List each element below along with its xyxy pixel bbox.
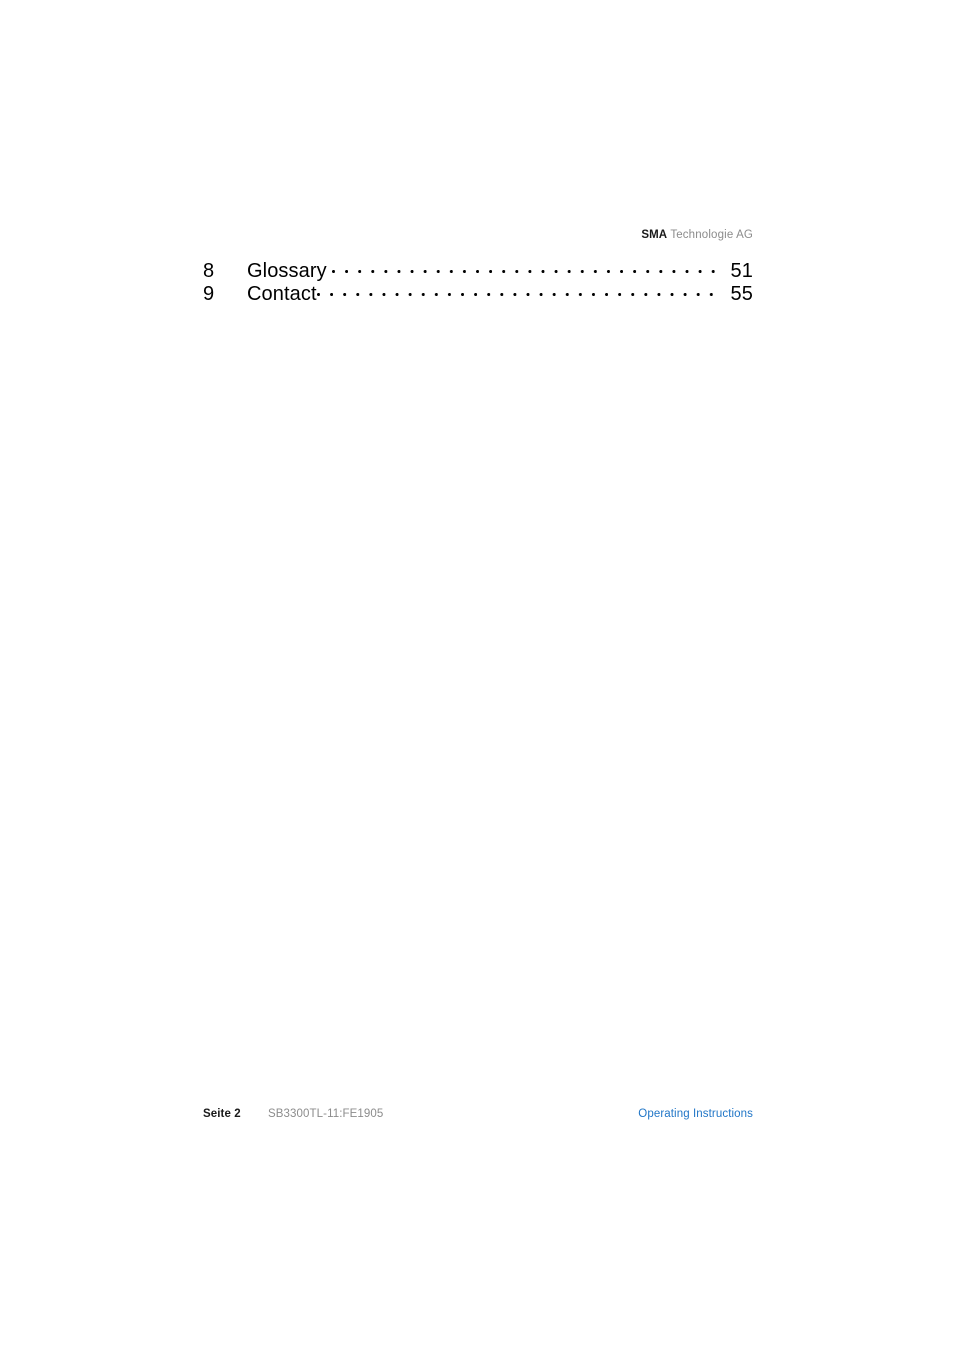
toc-dot-leader bbox=[316, 280, 719, 300]
page-header: SMA Technologie AG bbox=[203, 228, 753, 242]
toc-entry[interactable]: 8 Glossary 51 bbox=[203, 257, 753, 282]
footer-document-type: Operating Instructions bbox=[638, 1108, 753, 1120]
toc-dot-leader bbox=[332, 257, 719, 277]
toc-entry-page-number: 55 bbox=[730, 283, 753, 305]
toc-entry-number: 9 bbox=[203, 283, 215, 305]
footer-document-id: SB3300TL-11:FE1905 bbox=[268, 1108, 384, 1120]
toc-entry-number: 8 bbox=[203, 260, 215, 282]
footer-page-label: Seite 2 bbox=[203, 1108, 241, 1120]
toc-entry[interactable]: 9 Contact 55 bbox=[203, 280, 753, 305]
toc-entry-title: Contact bbox=[247, 283, 317, 305]
page-footer: Seite 2 SB3300TL-11:FE1905 Operating Ins… bbox=[203, 1106, 753, 1122]
document-page: SMA Technologie AG 8 Glossary 51 9 Conta… bbox=[0, 0, 954, 1351]
company-logo-text: SMA bbox=[641, 229, 668, 241]
company-name-text: Technologie AG bbox=[667, 229, 753, 241]
table-of-contents: 8 Glossary 51 9 Contact 55 bbox=[203, 257, 753, 305]
toc-entry-page-number: 51 bbox=[730, 260, 753, 282]
